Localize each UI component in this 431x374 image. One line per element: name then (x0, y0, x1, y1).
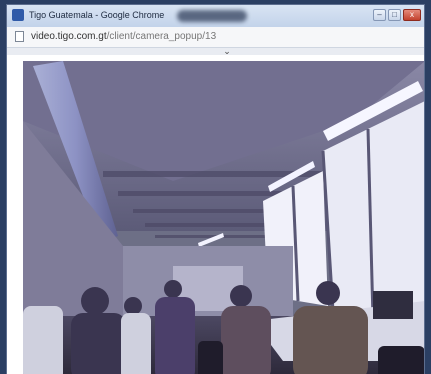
chevron-down-icon[interactable]: ⌄ (222, 47, 232, 56)
minimize-button[interactable]: – (373, 9, 386, 21)
close-button[interactable]: x (403, 9, 421, 21)
chrome-app-icon (12, 9, 24, 21)
browser-window: Tigo Guatemala - Google Chrome – □ x vid… (6, 4, 425, 374)
camera-image (23, 61, 424, 374)
page-content (7, 55, 424, 374)
window-title: Tigo Guatemala - Google Chrome (29, 10, 165, 20)
address-bar[interactable]: video.tigo.com.gt/client/camera_popup/13 (7, 27, 424, 48)
url-text[interactable]: video.tigo.com.gt/client/camera_popup/13 (31, 31, 216, 42)
title-bar[interactable]: Tigo Guatemala - Google Chrome – □ x (7, 5, 424, 28)
page-icon (15, 31, 24, 42)
url-path: /client/camera_popup/13 (106, 31, 217, 42)
url-host: video.tigo.com.gt (31, 31, 107, 42)
maximize-button[interactable]: □ (388, 9, 401, 21)
blurred-region (177, 10, 247, 22)
camera-feed (23, 61, 424, 374)
